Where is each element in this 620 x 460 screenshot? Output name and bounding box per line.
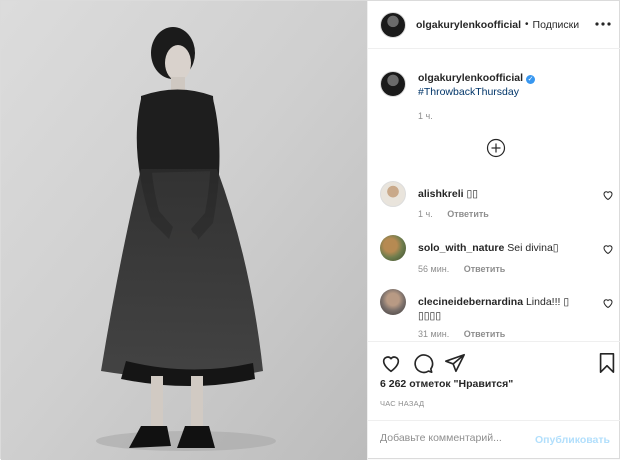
save-bookmark-icon[interactable] [596,352,618,374]
commenter-avatar[interactable] [380,289,406,315]
comment-time: 1 ч. [418,209,433,219]
post-time-ago: ЧАС НАЗАД [380,399,425,408]
comment-like-icon[interactable] [602,189,614,201]
comment-like-icon[interactable] [602,297,614,309]
verified-badge-icon: ✓ [526,75,536,84]
comment-time: 31 мин. [418,329,450,339]
caption-time: 1 ч. [418,111,433,121]
more-options-icon[interactable] [594,15,612,33]
separator-dot: • [525,19,529,30]
like-heart-icon[interactable] [380,352,402,374]
reply-button[interactable]: Ответить [464,329,506,339]
comment-username[interactable]: alishkreli [418,188,464,200]
comment-text: clecineidebernardina Linda!!! ▯ ▯▯▯▯ [418,295,588,323]
author-avatar[interactable] [380,11,406,38]
comment-username[interactable]: clecineidebernardina [418,296,523,308]
post-actions [368,341,620,381]
caption-text: olgakurylenkoofficial ✓ #ThrowbackThursda… [418,71,536,99]
reply-button[interactable]: Ответить [464,264,506,274]
post-header: olgakurylenkoofficial • Подписки [368,1,620,49]
following-button[interactable]: Подписки [533,19,580,31]
post-side-panel: olgakurylenkoofficial • Подписки olgakur… [367,1,620,460]
share-send-icon[interactable] [444,352,466,374]
reply-button[interactable]: Ответить [447,209,489,219]
comment-meta: 31 мин. Ответить [418,329,505,339]
comment-time: 56 мин. [418,264,450,274]
comment-text: solo_with_nature Sei divina▯ [418,241,588,255]
comment-text: alishkreli ▯▯ [418,187,588,201]
commenter-avatar[interactable] [380,235,406,261]
comment-body: Sei divina▯ [507,242,559,254]
comment-bubble-icon[interactable] [412,352,434,374]
caption-avatar[interactable] [380,71,406,97]
add-comment-input[interactable] [380,432,530,444]
publish-button[interactable]: Опубликовать [535,434,610,446]
comment-body: ▯▯ [466,188,479,200]
comment-meta: 1 ч. Ответить [418,209,489,219]
instagram-post: olgakurylenkoofficial • Подписки olgakur… [0,0,620,460]
load-more-comments-icon[interactable] [486,138,506,158]
comment-like-icon[interactable] [602,243,614,255]
post-photo[interactable] [1,1,367,460]
caption-username[interactable]: olgakurylenkoofficial [418,72,523,84]
commenter-avatar[interactable] [380,181,406,207]
likes-count[interactable]: 6 262 отметок "Нравится" [380,378,513,390]
caption-hashtag[interactable]: #ThrowbackThursday [418,86,519,98]
post-caption: olgakurylenkoofficial ✓ #ThrowbackThursda… [380,71,610,99]
comment-meta: 56 мин. Ответить [418,264,505,274]
add-comment-bar: Опубликовать [368,420,620,460]
comment-username[interactable]: solo_with_nature [418,242,504,254]
author-username[interactable]: olgakurylenkoofficial [416,19,521,31]
woman-in-black-dress-photo [1,1,367,460]
